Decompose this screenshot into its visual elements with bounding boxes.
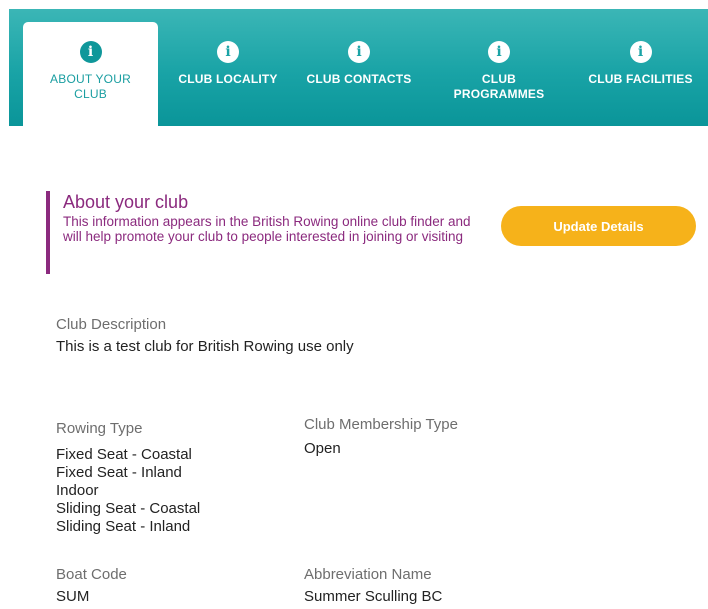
info-icon: i [348, 41, 370, 63]
membership-type-field: Club Membership Type Open [304, 416, 458, 458]
update-details-button[interactable]: Update Details [501, 206, 696, 246]
abbreviation-name-label: Abbreviation Name [304, 566, 432, 583]
abbreviation-name-value: Summer Sculling BC [304, 588, 443, 605]
boat-code-value: SUM [56, 588, 90, 605]
boat-code-label: Boat Code [56, 566, 127, 583]
tab-club-contacts[interactable]: i CLUB CONTACTS [295, 9, 423, 126]
membership-type-label: Club Membership Type [304, 416, 458, 433]
tab-label: CLUB FACILITIES [588, 72, 693, 86]
rowing-type-item: Indoor [56, 482, 99, 499]
tab-label: CLUB PROGRAMMES [453, 72, 545, 101]
club-description-label: Club Description [56, 316, 167, 333]
section-title: About your club [63, 192, 189, 212]
tab-club-facilities[interactable]: i CLUB FACILITIES [575, 9, 706, 126]
tab-label: CLUB LOCALITY [178, 72, 278, 86]
tab-club-locality[interactable]: i CLUB LOCALITY [165, 9, 291, 126]
abbreviation-name-field: Abbreviation Name Summer Sculling BC [304, 566, 442, 606]
rowing-type-item: Sliding Seat - Coastal [56, 500, 201, 517]
rowing-type-item: Fixed Seat - Inland [56, 464, 182, 481]
info-icon: i [629, 41, 652, 63]
tab-bar: i ABOUT YOUR CLUB i CLUB LOCALITY i CLUB… [9, 9, 708, 126]
rowing-type-list: Fixed Seat - Coastal Fixed Seat - Inland… [56, 446, 200, 536]
club-description-field: Club Description This is a test club for… [56, 316, 354, 356]
rowing-type-label: Rowing Type [56, 420, 143, 437]
info-icon: i [488, 41, 510, 63]
tab-club-programmes[interactable]: i CLUB PROGRAMMES [435, 9, 563, 126]
rowing-type-item: Fixed Seat - Coastal [56, 446, 192, 463]
tab-about-your-club[interactable]: i ABOUT YOUR CLUB [23, 22, 158, 126]
section-description: This information appears in the British … [63, 214, 471, 244]
rowing-type-item: Sliding Seat - Inland [56, 518, 191, 535]
membership-type-value: Open [304, 440, 341, 457]
info-icon: i [79, 41, 102, 63]
tab-label: ABOUT YOUR CLUB [50, 72, 131, 101]
club-description-value: This is a test club for British Rowing u… [56, 338, 354, 355]
info-icon: i [217, 41, 239, 63]
tab-label: CLUB CONTACTS [306, 72, 412, 86]
rowing-type-field: Rowing Type Fixed Seat - Coastal Fixed S… [56, 420, 200, 536]
boat-code-field: Boat Code SUM [56, 566, 127, 606]
intro-section: About your club This information appears… [46, 191, 486, 274]
